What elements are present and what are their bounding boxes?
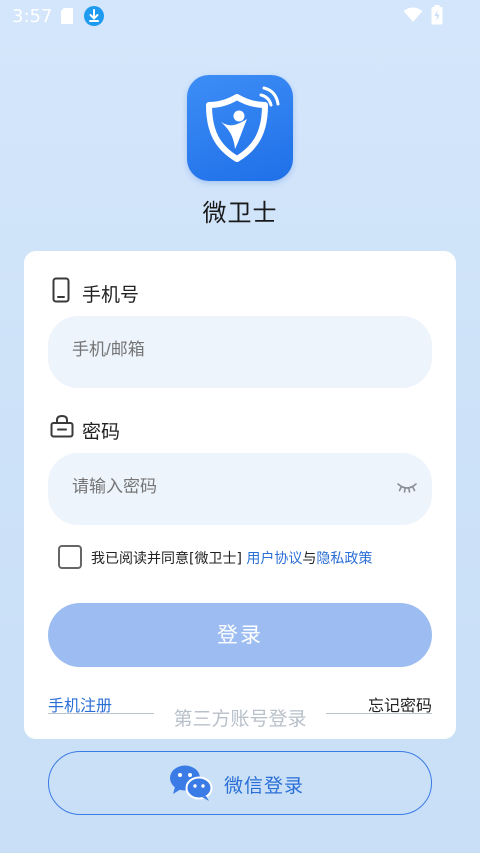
privacy-policy-link[interactable]: 隐私政策 xyxy=(316,551,372,567)
agreement-text: 我已阅读并同意[微卫士] 用户协议与隐私政策 xyxy=(91,548,372,568)
password-label: 密码 xyxy=(82,421,121,443)
wechat-icon xyxy=(169,764,213,806)
app-logo xyxy=(187,75,293,181)
password-input[interactable] xyxy=(72,477,382,497)
status-time: 3:57 xyxy=(12,6,53,27)
wechat-login-button[interactable]: 微信登录 xyxy=(48,751,432,815)
status-bar: 3:57 xyxy=(0,0,480,32)
shield-person-icon xyxy=(206,86,280,162)
user-agreement-link[interactable]: 用户协议 xyxy=(246,551,302,567)
password-input-box[interactable] xyxy=(48,453,432,525)
phone-input-box[interactable] xyxy=(48,316,432,388)
download-icon xyxy=(84,6,104,30)
agreement-connector: 与 xyxy=(302,551,317,567)
forgot-password-link[interactable]: 忘记密码 xyxy=(368,692,432,716)
phone-input[interactable] xyxy=(72,340,382,360)
agreement-checkbox[interactable] xyxy=(58,545,82,569)
eye-closed-icon[interactable] xyxy=(396,480,418,500)
bottom-row: 手机注册 第三方账号登录 忘记密码 xyxy=(0,692,480,732)
app-name: 微卫士 xyxy=(202,199,278,227)
wifi-icon xyxy=(403,7,423,27)
phone-label: 手机号 xyxy=(82,284,140,306)
login-button[interactable]: 登录 xyxy=(48,603,432,667)
agreement-prefix: 我已阅读并同意[微卫士] xyxy=(91,551,247,567)
lock-icon xyxy=(50,414,74,442)
sd-card-icon xyxy=(60,7,74,29)
battery-icon xyxy=(431,5,443,29)
phone-icon xyxy=(52,277,70,307)
wechat-login-label: 微信登录 xyxy=(224,775,305,797)
